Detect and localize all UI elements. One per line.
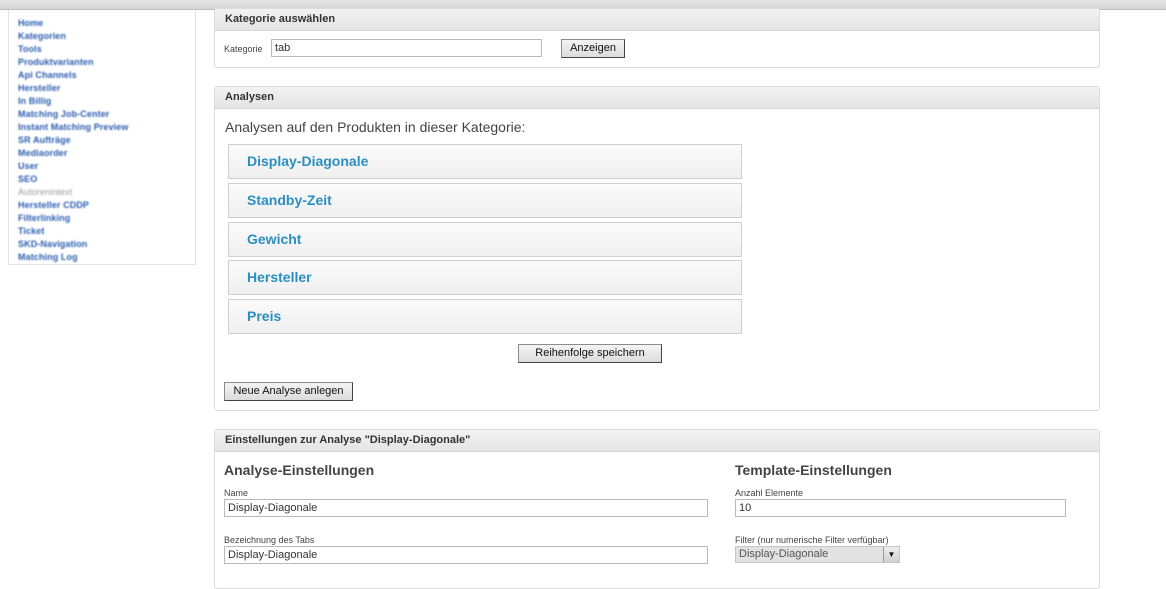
- sidebar-item-categories[interactable]: Kategorien: [18, 30, 195, 43]
- element-count-input[interactable]: [735, 499, 1066, 517]
- analysis-settings-heading: Analyse-Einstellungen: [224, 462, 375, 478]
- sidebar-item-product-variants[interactable]: Produktvarianten: [18, 56, 195, 69]
- element-count-label: Anzahl Elemente: [735, 488, 804, 498]
- filter-select-value: Display-Diagonale: [739, 548, 829, 560]
- analyses-panel: Analysen Analysen auf den Produkten in d…: [214, 86, 1100, 411]
- tab-label-field-label: Bezeichnung des Tabs: [224, 535, 315, 545]
- analysis-item-weight[interactable]: Gewicht: [228, 222, 742, 257]
- sidebar-item-user[interactable]: User: [18, 160, 195, 173]
- analysis-item-manufacturer[interactable]: Hersteller: [228, 260, 742, 295]
- sidebar-item-skd-navigation[interactable]: SKD-Navigation: [18, 238, 195, 251]
- category-field-label: Kategorie: [224, 44, 263, 54]
- name-field-label: Name: [224, 488, 249, 498]
- analysis-item-display-diagonal[interactable]: Display-Diagonale: [228, 144, 742, 179]
- sidebar-item-matching-job-center[interactable]: Matching Job-Center: [18, 108, 195, 121]
- sidebar-item-seo[interactable]: SEO: [18, 173, 195, 186]
- filter-field-label: Filter (nur numerische Filter verfügbar): [735, 535, 889, 545]
- save-order-button[interactable]: Reihenfolge speichern: [518, 344, 662, 363]
- sidebar-item-filterlinking[interactable]: Filterlinking: [18, 212, 195, 225]
- category-select-panel: Kategorie auswählen Kategorie Anzeigen: [214, 8, 1100, 68]
- sidebar-item-matching-log[interactable]: Matching Log: [18, 251, 195, 264]
- sidebar-item-sr-orders[interactable]: SR Aufträge: [18, 134, 195, 147]
- template-settings-heading: Template-Einstellungen: [735, 462, 892, 478]
- sidebar-item-mediaorder[interactable]: Mediaorder: [18, 147, 195, 160]
- sidebar-item-home[interactable]: Home: [18, 17, 195, 30]
- new-analysis-button[interactable]: Neue Analyse anlegen: [224, 382, 353, 401]
- sidebar-item-tools[interactable]: Tools: [18, 43, 195, 56]
- sidebar-item-api-channels[interactable]: Api Channels: [18, 69, 195, 82]
- sidebar-item-in-billig[interactable]: In Billig: [18, 95, 195, 108]
- category-input[interactable]: [271, 39, 542, 57]
- sidebar-nav: Home Kategorien Tools Produktvarianten A…: [8, 10, 196, 265]
- analysis-item-price[interactable]: Preis: [228, 299, 742, 334]
- sidebar-item-manufacturer[interactable]: Hersteller: [18, 82, 195, 95]
- sidebar-item-manufacturer-cddp[interactable]: Hersteller CDDP: [18, 199, 195, 212]
- panel-title: Kategorie auswählen: [215, 9, 1099, 31]
- name-input[interactable]: [224, 499, 708, 517]
- filter-select[interactable]: Display-Diagonale ▼: [735, 546, 900, 563]
- sidebar-item-ticket[interactable]: Ticket: [18, 225, 195, 238]
- sidebar-item-current: Autorenintext: [18, 187, 73, 197]
- sidebar-menu: Home Kategorien Tools Produktvarianten A…: [9, 10, 195, 264]
- show-button[interactable]: Anzeigen: [561, 39, 625, 58]
- analysis-item-standby-time[interactable]: Standby-Zeit: [228, 183, 742, 218]
- chevron-down-icon[interactable]: ▼: [883, 547, 899, 562]
- panel-title: Einstellungen zur Analyse "Display-Diago…: [215, 430, 1099, 452]
- panel-title: Analysen: [215, 87, 1099, 109]
- analysis-settings-panel: Einstellungen zur Analyse "Display-Diago…: [214, 429, 1100, 589]
- sidebar-item-instant-matching-preview[interactable]: Instant Matching Preview: [18, 121, 195, 134]
- tab-label-input[interactable]: [224, 546, 708, 564]
- analyses-intro-text: Analysen auf den Produkten in dieser Kat…: [225, 119, 526, 135]
